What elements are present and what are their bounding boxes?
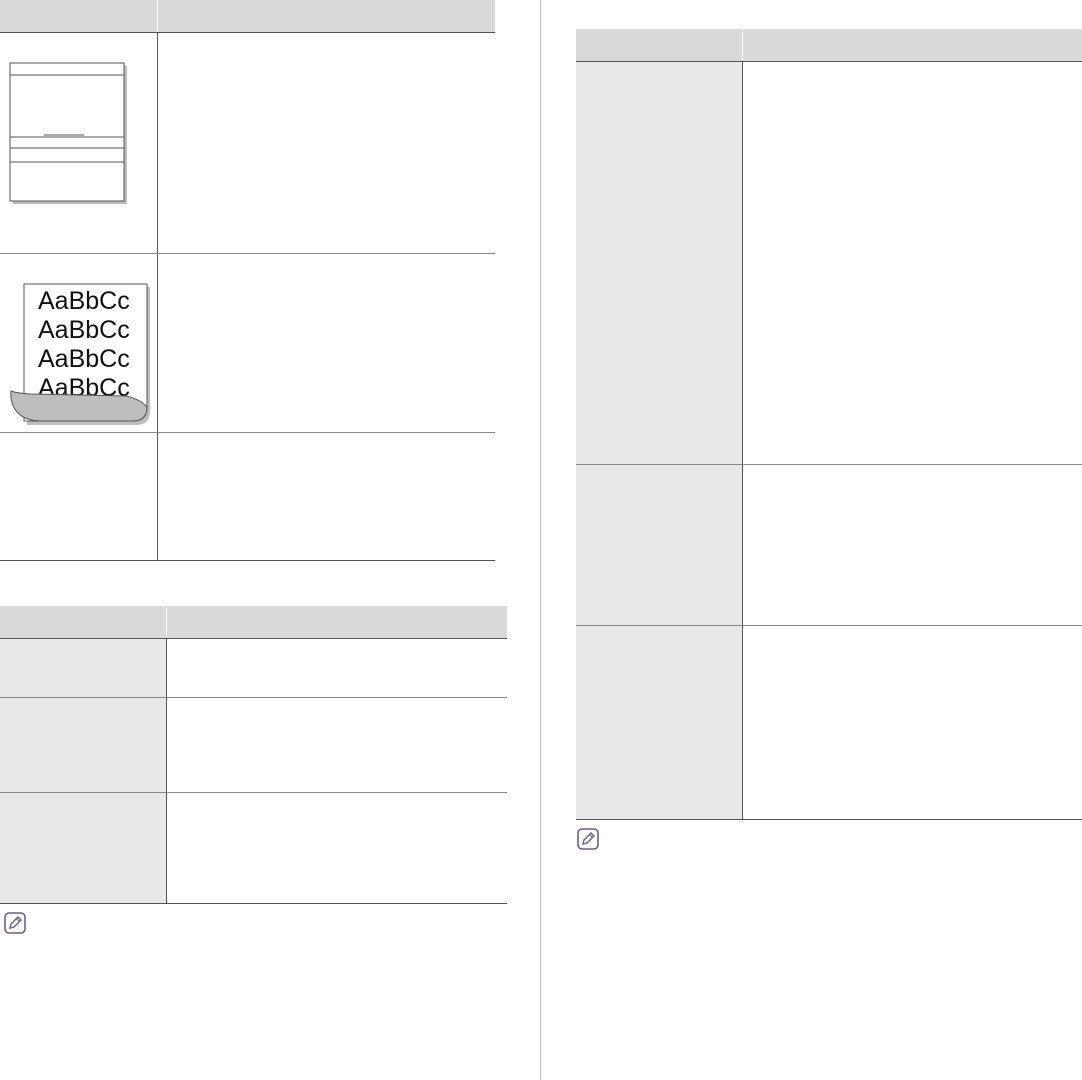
table-1-header	[0, 0, 495, 32]
note-icon	[4, 912, 26, 939]
table-3-column-divider	[742, 62, 743, 819]
table-2-row-rule	[0, 792, 507, 793]
table-2-header	[0, 606, 507, 638]
table-1-bottom-rule	[0, 560, 495, 561]
blank-page-icon	[9, 62, 127, 204]
table-1-column-divider	[157, 33, 158, 560]
table-2-header-divider	[166, 606, 167, 638]
table-1-header-rule	[0, 32, 495, 33]
table-3-row-rule	[576, 625, 1082, 626]
curled-corner	[10, 390, 148, 422]
table-2-first-column	[0, 639, 166, 903]
column-divider	[540, 0, 541, 1080]
table-1-row-rule	[0, 253, 495, 254]
table-2-column-divider	[166, 639, 167, 903]
table-3-header-divider	[742, 29, 743, 61]
table-2-row-rule	[0, 697, 507, 698]
table-3-header	[576, 29, 1082, 61]
table-1-header-divider	[157, 0, 158, 32]
curled-page-illustration: AaBbCc AaBbCc AaBbCc AaBbCc	[8, 283, 153, 428]
table-3-bottom-rule	[576, 819, 1082, 820]
table-3-row-rule	[576, 464, 1082, 465]
note-icon	[577, 828, 599, 855]
table-2-bottom-rule	[0, 903, 507, 904]
table-3-first-column	[576, 62, 742, 819]
blank-page-illustration	[9, 62, 129, 206]
table-1-row-rule	[0, 432, 495, 433]
